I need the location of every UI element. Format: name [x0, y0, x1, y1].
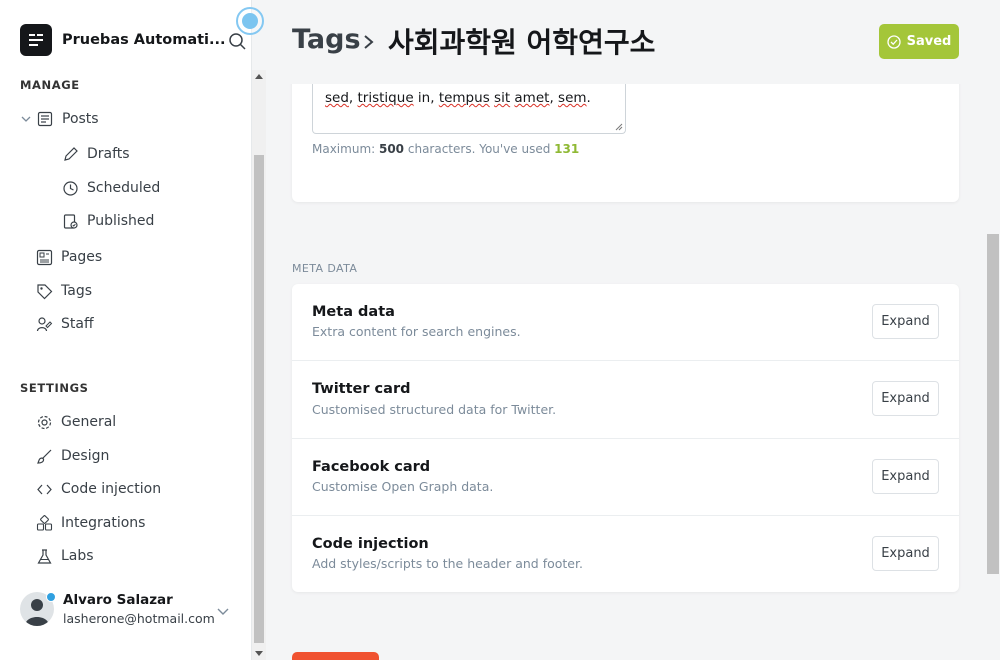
published-icon	[63, 213, 78, 229]
meta-row-desc: Add styles/scripts to the header and foo…	[312, 556, 583, 571]
sidebar-item-label: Published	[87, 213, 155, 229]
sidebar-item-label: Posts	[62, 111, 99, 127]
meta-row-desc: Extra content for search engines.	[312, 324, 521, 339]
sidebar-item-design[interactable]: Design	[36, 445, 109, 467]
sidebar-item-label: Pages	[61, 249, 103, 265]
main-scrollbar-thumb[interactable]	[987, 234, 999, 574]
sidebar-item-label: Integrations	[61, 515, 146, 531]
search-icon[interactable]	[228, 32, 248, 52]
meta-row-desc: Customise Open Graph data.	[312, 479, 494, 494]
sidebar-scrollbar[interactable]	[252, 70, 266, 660]
sidebar: Pruebas Automati... MANAGE Posts Drafts	[0, 0, 264, 660]
integrations-icon	[36, 514, 53, 531]
character-counter: Maximum: 500 characters. You've used 131	[312, 142, 580, 156]
sidebar-item-label: General	[61, 414, 117, 430]
sidebar-item-scheduled[interactable]: Scheduled	[62, 177, 160, 199]
site-name: Pruebas Automati...	[62, 32, 226, 48]
pencil-icon	[64, 146, 78, 161]
chevron-down-icon[interactable]	[20, 113, 32, 125]
sidebar-item-tags[interactable]: Tags	[36, 280, 92, 302]
meta-row-desc: Customised structured data for Twitter.	[312, 402, 557, 417]
scroll-down-arrow-icon[interactable]	[255, 651, 263, 656]
expand-code-injection-button[interactable]: Expand	[872, 536, 939, 571]
meta-row-twitter-card: Twitter card Customised structured data …	[292, 361, 959, 439]
sidebar-item-general[interactable]: General	[36, 411, 116, 433]
sidebar-item-label: Tags	[61, 283, 92, 299]
sidebar-item-label: Labs	[61, 548, 94, 564]
sidebar-item-labs[interactable]: Labs	[36, 545, 94, 567]
sidebar-item-published[interactable]: Published	[62, 210, 154, 232]
description-text: sed, tristique in, tempus sit amet, sem.	[325, 90, 591, 106]
page-title: 사회과학원 어학연구소	[388, 26, 656, 59]
expand-twitter-card-button[interactable]: Expand	[872, 381, 939, 416]
sidebar-item-label: Staff	[61, 316, 94, 332]
chevron-down-icon[interactable]	[216, 604, 230, 618]
sidebar-scrollbar-thumb[interactable]	[254, 155, 264, 643]
resize-handle-icon[interactable]	[615, 123, 623, 131]
meta-row-title: Facebook card	[312, 459, 431, 475]
meta-card: Meta data Extra content for search engin…	[292, 284, 959, 592]
sidebar-item-code-injection[interactable]: Code injection	[36, 478, 161, 500]
sidebar-item-label: Code injection	[61, 481, 162, 497]
user-email: lasherone@hotmail.com	[63, 611, 215, 626]
meta-row-title: Meta data	[312, 304, 395, 320]
site-logo-icon	[20, 24, 52, 56]
tag-icon	[37, 283, 53, 299]
flask-icon	[37, 548, 52, 564]
meta-section-title: META DATA	[292, 262, 358, 275]
staff-icon	[36, 316, 53, 331]
code-icon	[37, 484, 52, 494]
notification-badge	[46, 592, 56, 602]
sidebar-item-label: Design	[61, 448, 110, 464]
meta-row-title: Code injection	[312, 536, 429, 552]
meta-row-meta-data: Meta data Extra content for search engin…	[292, 284, 959, 361]
expand-facebook-card-button[interactable]: Expand	[872, 459, 939, 494]
sidebar-item-staff[interactable]: Staff	[36, 313, 94, 335]
sidebar-item-label: Drafts	[87, 146, 130, 162]
sidebar-item-label: Scheduled	[87, 180, 161, 196]
manage-section-title: MANAGE	[20, 78, 80, 92]
scroll-up-arrow-icon[interactable]	[255, 74, 263, 79]
saved-button[interactable]: Saved	[879, 24, 959, 59]
site-brand[interactable]: Pruebas Automati...	[20, 24, 226, 56]
settings-section-title: SETTINGS	[20, 381, 89, 395]
delete-tag-button[interactable]	[292, 652, 379, 660]
pages-icon	[36, 249, 53, 265]
meta-row-code-injection: Code injection Add styles/scripts to the…	[292, 516, 959, 592]
breadcrumb-tags-link[interactable]: Tags	[292, 24, 361, 55]
clock-icon	[63, 180, 78, 196]
posts-icon	[37, 111, 53, 127]
main-content: sed, tristique in, tempus sit amet, sem.…	[266, 0, 1000, 660]
page-header: Tags 사회과학원 어학연구소 Saved	[266, 0, 1000, 84]
sidebar-item-drafts[interactable]: Drafts	[62, 143, 130, 165]
chevron-right-icon	[364, 35, 374, 49]
sidebar-item-posts[interactable]: Posts	[20, 108, 99, 130]
brush-icon	[37, 449, 52, 464]
user-name: Alvaro Salazar	[63, 592, 173, 608]
check-circle-icon	[886, 34, 901, 49]
user-menu[interactable]: Alvaro Salazar lasherone@hotmail.com	[20, 592, 235, 626]
sidebar-item-integrations[interactable]: Integrations	[36, 512, 145, 534]
main-scrollbar[interactable]	[986, 84, 1000, 660]
sidebar-nav: MANAGE Posts Drafts Scheduled Published …	[0, 70, 252, 660]
expand-meta-data-button[interactable]: Expand	[872, 304, 939, 339]
gear-icon	[37, 415, 52, 429]
sidebar-item-pages[interactable]: Pages	[36, 246, 102, 268]
meta-row-title: Twitter card	[312, 381, 411, 397]
cursor-indicator	[236, 7, 264, 35]
meta-row-facebook-card: Facebook card Customise Open Graph data.…	[292, 439, 959, 516]
